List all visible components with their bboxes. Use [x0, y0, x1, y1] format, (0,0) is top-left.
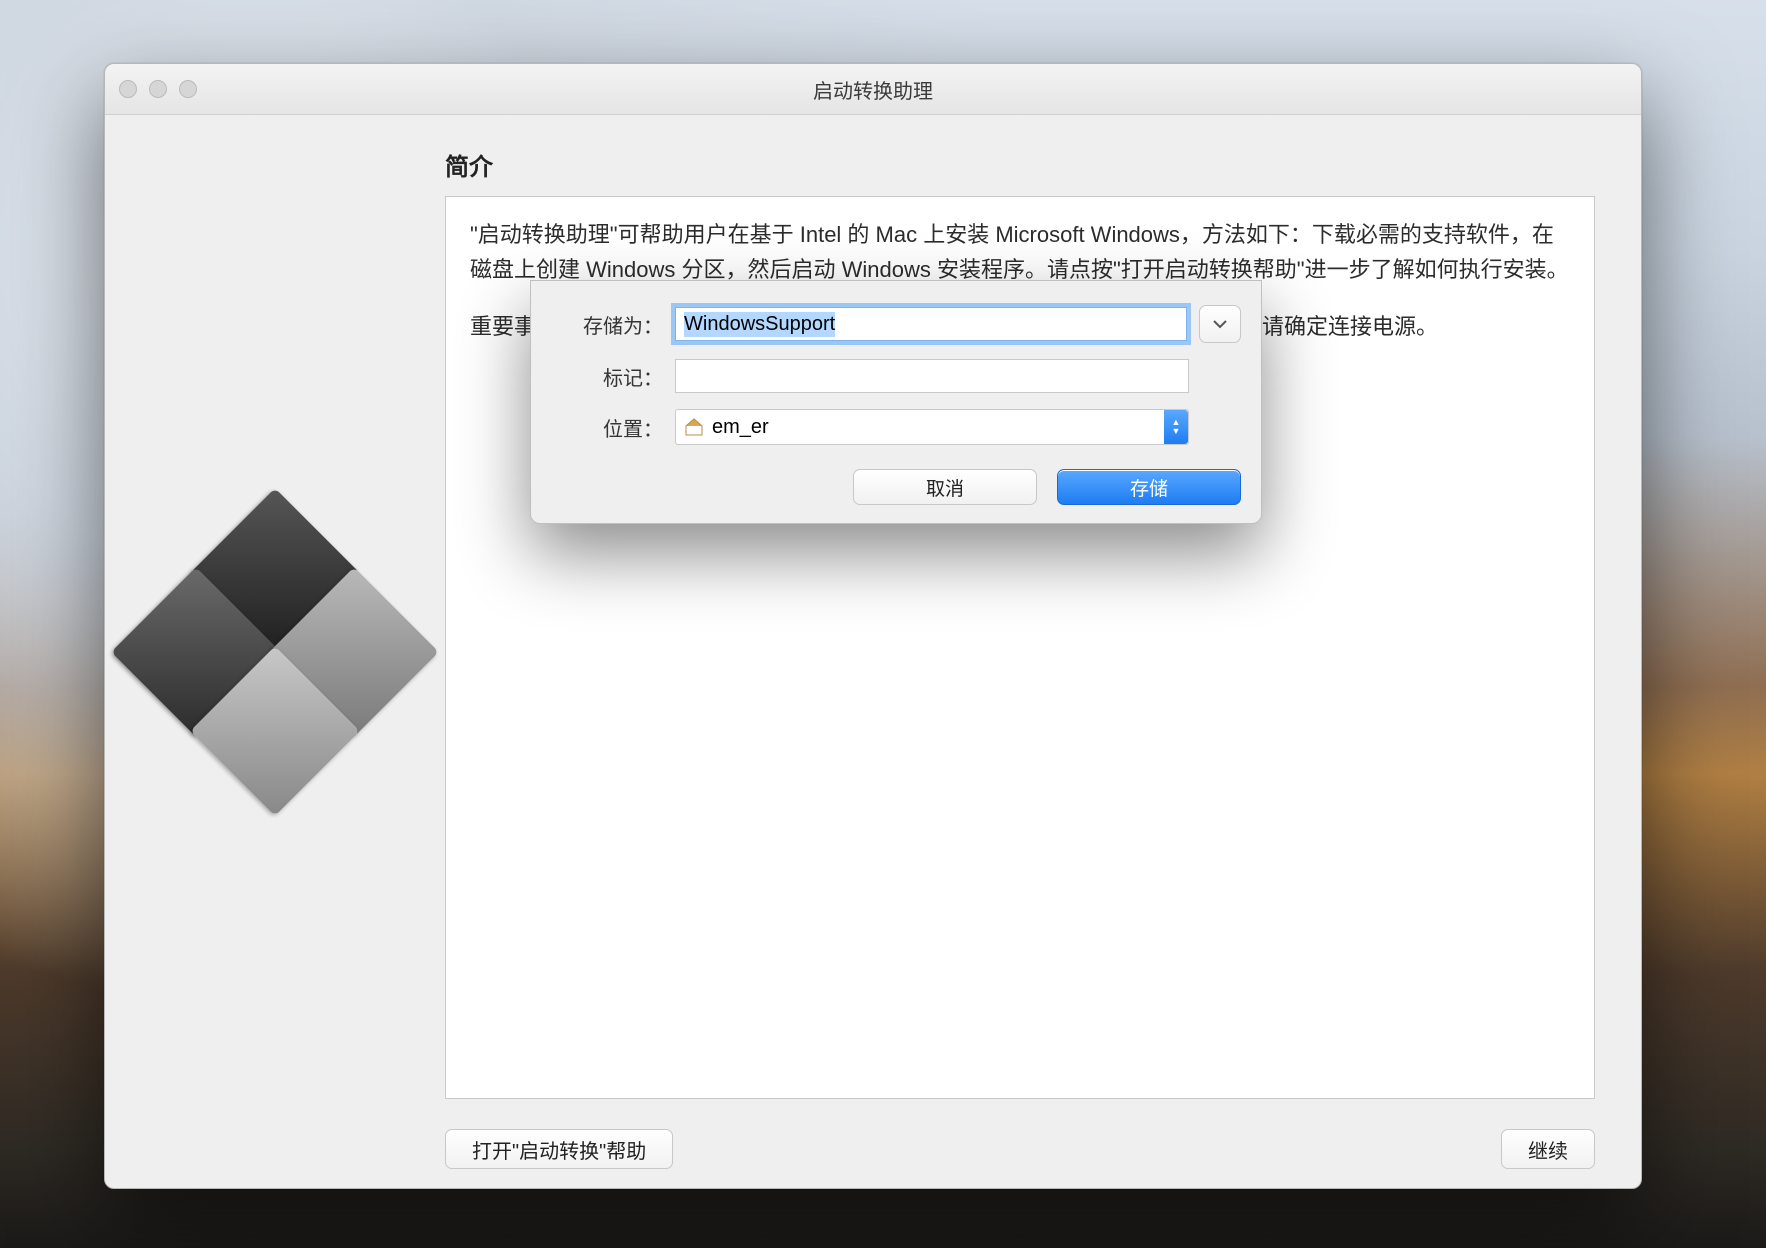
titlebar: 启动转换助理 — [105, 64, 1641, 115]
sheet-button-row: 取消 存储 — [551, 469, 1241, 505]
cancel-button[interactable]: 取消 — [853, 469, 1037, 505]
continue-button[interactable]: 继续 — [1501, 1129, 1595, 1169]
open-help-button[interactable]: 打开"启动转换"帮助 — [445, 1129, 673, 1169]
page-heading: 简介 — [445, 147, 1595, 182]
footer-buttons: 打开"启动转换"帮助 继续 — [445, 1129, 1595, 1169]
desktop-background: 启动转换助理 简介 "启动转换助理"可帮助用户在基于 Intel 的 Mac 上… — [0, 0, 1766, 1248]
location-value: em_er — [712, 416, 769, 439]
save-sheet: 存储为： WindowsSupport 标记： 位置： — [530, 280, 1262, 524]
home-folder-icon — [684, 418, 704, 436]
save-button[interactable]: 存储 — [1057, 469, 1241, 505]
tags-row: 标记： — [551, 359, 1241, 393]
bootcamp-window: 启动转换助理 简介 "启动转换助理"可帮助用户在基于 Intel 的 Mac 上… — [104, 63, 1642, 1189]
location-label: 位置： — [551, 413, 663, 442]
location-stepper-icon: ▲ ▼ — [1164, 410, 1188, 444]
location-select[interactable]: em_er ▲ ▼ — [675, 409, 1189, 445]
intro-paragraph-1: "启动转换助理"可帮助用户在基于 Intel 的 Mac 上安装 Microso… — [470, 217, 1570, 287]
location-row: 位置： em_er ▲ ▼ — [551, 409, 1241, 445]
save-as-value: WindowsSupport — [684, 312, 835, 337]
tags-label: 标记： — [551, 362, 663, 391]
save-as-label: 存储为： — [551, 310, 663, 339]
save-as-row: 存储为： WindowsSupport — [551, 305, 1241, 343]
chevron-down-icon — [1213, 319, 1227, 329]
bootcamp-logo-icon — [146, 523, 404, 781]
main-pane: 简介 "启动转换助理"可帮助用户在基于 Intel 的 Mac 上安装 Micr… — [445, 115, 1641, 1189]
window-content: 简介 "启动转换助理"可帮助用户在基于 Intel 的 Mac 上安装 Micr… — [105, 115, 1641, 1189]
save-as-input[interactable]: WindowsSupport — [675, 307, 1187, 341]
window-title: 启动转换助理 — [105, 75, 1641, 104]
expand-save-panel-button[interactable] — [1199, 305, 1241, 343]
tags-input[interactable] — [675, 359, 1189, 393]
sidebar — [105, 115, 445, 1189]
